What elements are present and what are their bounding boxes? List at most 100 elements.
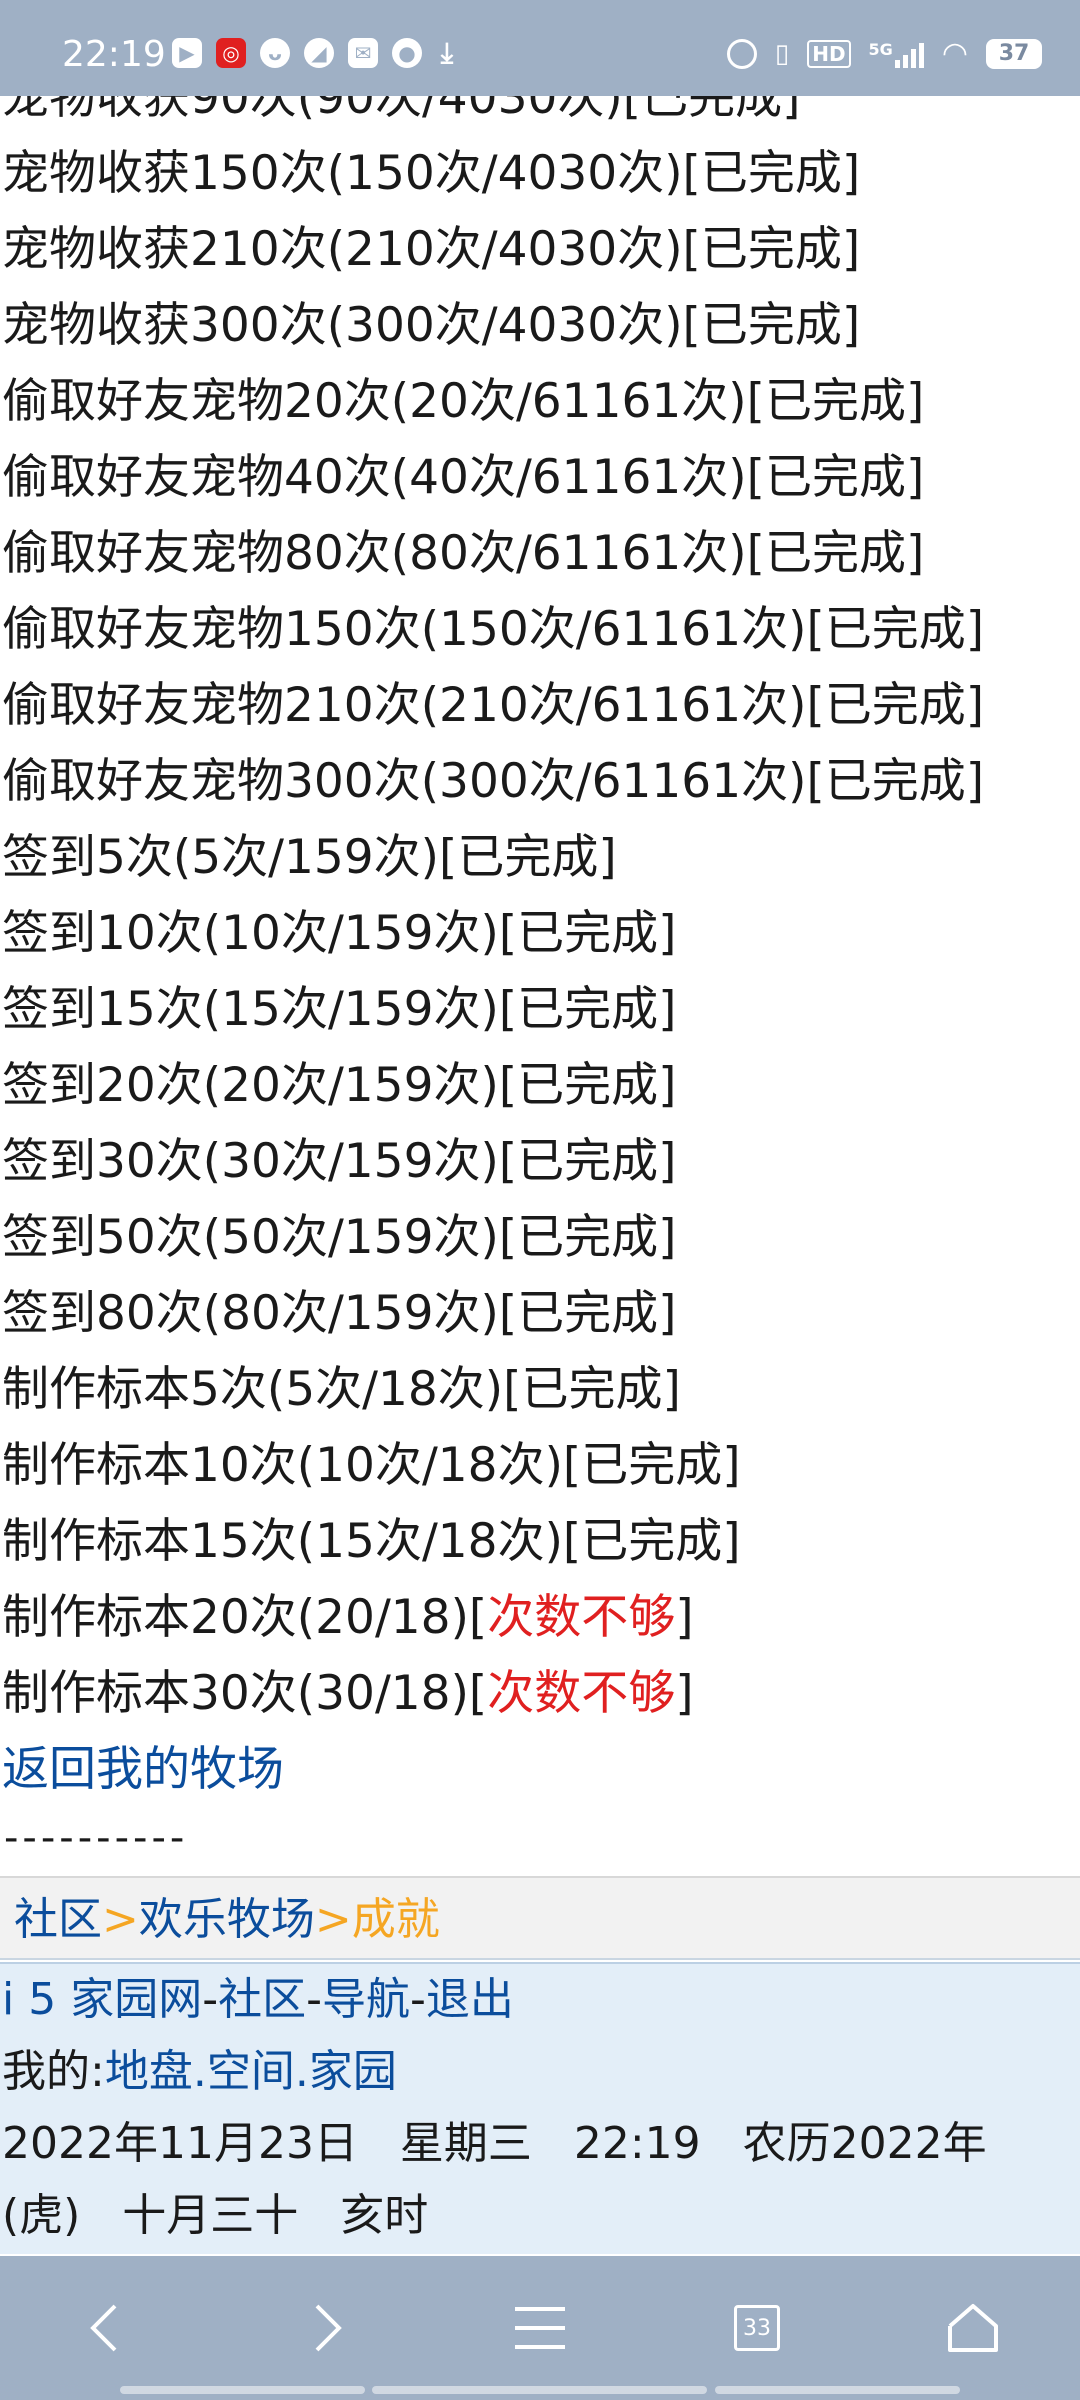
- achievement-label: 签到20次(20次/159次)[: [2, 1058, 518, 1113]
- achievement-list: 宠物收获90次(90次/4030次)[已完成] 宠物收获150次(150次/403…: [0, 60, 1080, 1884]
- divider: ----------: [4, 1815, 189, 1861]
- achievement-bracket: ]: [675, 1590, 694, 1645]
- battery-icon: 37: [986, 38, 1042, 69]
- achievement-status: 已完成: [457, 830, 599, 885]
- play-store-icon: ▶: [172, 38, 202, 68]
- achievement-label: 偷取好友宠物40次(40次/61161次)[: [2, 450, 765, 505]
- achievement-row: 签到10次(10次/159次)[已完成]: [0, 896, 1080, 972]
- back-to-ranch-link[interactable]: 返回我的牧场: [0, 1732, 1080, 1808]
- compass-icon: ◢: [304, 38, 334, 68]
- footer-dot: .: [294, 2046, 309, 2097]
- achievement-label: 偷取好友宠物210次(210次/61161次)[: [2, 678, 825, 733]
- community-link[interactable]: 社区: [218, 1974, 306, 2025]
- achievement-status: 次数不够: [487, 1590, 676, 1645]
- achievement-status: 已完成: [700, 298, 842, 353]
- achievement-status: 已完成: [517, 906, 659, 961]
- achievement-bracket: ]: [905, 526, 925, 581]
- achievement-status: 已完成: [824, 602, 966, 657]
- my-label: 我的:: [2, 2046, 105, 2097]
- achievement-label: 制作标本10次(10次/18次)[: [2, 1438, 582, 1493]
- menu-button[interactable]: [505, 2296, 575, 2360]
- achievement-label: 偷取好友宠物150次(150次/61161次)[: [2, 602, 825, 657]
- chevron-left-icon: [90, 2304, 117, 2352]
- battery-level: 37: [998, 41, 1030, 66]
- home-button[interactable]: [938, 2296, 1008, 2360]
- site-home-link[interactable]: i 5 家园网: [2, 1974, 202, 2025]
- achievement-row: 制作标本5次(5次/18次)[已完成]: [0, 1352, 1080, 1428]
- menu-icon: [515, 2307, 565, 2349]
- achievement-label: 签到10次(10次/159次)[: [2, 906, 518, 961]
- achievement-label: 偷取好友宠物300次(300次/61161次)[: [2, 754, 825, 809]
- achievement-bracket: ]: [675, 1666, 694, 1721]
- tabs-button[interactable]: 33: [722, 2296, 792, 2360]
- achievement-label: 偷取好友宠物20次(20次/61161次)[: [2, 374, 765, 429]
- footer-my-links: 我的:地盘.空间.家园: [0, 2036, 1080, 2108]
- forward-button[interactable]: [292, 2296, 362, 2360]
- footer-nav: i 5 家园网-社区-导航-退出: [0, 1964, 1080, 2036]
- navigation-link[interactable]: 导航: [322, 1974, 410, 2025]
- achievement-row: 偷取好友宠物210次(210次/61161次)[已完成]: [0, 668, 1080, 744]
- achievement-label: 偷取好友宠物80次(80次/61161次)[: [2, 526, 765, 581]
- achievement-status: 已完成: [517, 1134, 659, 1189]
- achievement-label: 签到5次(5次/159次)[: [2, 830, 458, 885]
- achievement-status: 已完成: [517, 982, 659, 1037]
- homestead-link[interactable]: 家园: [309, 2046, 397, 2097]
- achievement-bracket: ]: [905, 450, 925, 505]
- breadcrumb-community[interactable]: 社区: [14, 1894, 102, 1945]
- signal-icon: 5G: [869, 40, 924, 68]
- achievement-status: 已完成: [700, 146, 842, 201]
- achievement-label: 制作标本15次(15次/18次)[: [2, 1514, 582, 1569]
- achievement-row: 偷取好友宠物20次(20次/61161次)[已完成]: [0, 364, 1080, 440]
- achievement-row: 签到20次(20次/159次)[已完成]: [0, 1048, 1080, 1124]
- achievement-row: 制作标本15次(15次/18次)[已完成]: [0, 1504, 1080, 1580]
- space-link[interactable]: 空间: [207, 2046, 295, 2097]
- download-icon: ⤓: [440, 36, 454, 69]
- achievement-row: 偷取好友宠物300次(300次/61161次)[已完成]: [0, 744, 1080, 820]
- achievement-bracket: ]: [965, 602, 985, 657]
- achievement-bracket: ]: [598, 830, 617, 885]
- achievement-status: 已完成: [700, 222, 842, 277]
- achievement-bracket: ]: [658, 1134, 677, 1189]
- gesture-bar-segment: [715, 2386, 960, 2394]
- achievement-row: 制作标本10次(10次/18次)[已完成]: [0, 1428, 1080, 1504]
- achievement-row: 宠物收获300次(300次/4030次)[已完成]: [0, 288, 1080, 364]
- breadcrumb-happy-ranch[interactable]: 欢乐牧场: [139, 1894, 315, 1945]
- achievement-bracket: ]: [841, 222, 861, 277]
- tabs-count: 33: [734, 2305, 780, 2351]
- message-icon: ✉: [348, 38, 378, 68]
- achievement-bracket: ]: [965, 678, 985, 733]
- breadcrumb-separator: >: [102, 1894, 139, 1945]
- achievement-label: 签到15次(15次/159次)[: [2, 982, 518, 1037]
- wifi-icon: ◠: [941, 36, 968, 71]
- achievement-status: 已完成: [517, 1210, 659, 1265]
- achievement-row: 偷取好友宠物40次(40次/61161次)[已完成]: [0, 440, 1080, 516]
- achievement-label: 制作标本5次(5次/18次)[: [2, 1362, 522, 1417]
- footer-dot: .: [192, 2046, 207, 2097]
- vibrate-icon: ▯: [774, 38, 790, 69]
- achievement-row: 签到30次(30次/159次)[已完成]: [0, 1124, 1080, 1200]
- achievement-status: 已完成: [764, 450, 906, 505]
- territory-link[interactable]: 地盘: [105, 2046, 193, 2097]
- achievement-label: 宠物收获210次(210次/4030次)[: [2, 222, 701, 277]
- achievement-row: 宠物收获210次(210次/4030次)[已完成]: [0, 212, 1080, 288]
- chevron-right-icon: [315, 2304, 342, 2352]
- achievement-label: 签到30次(30次/159次)[: [2, 1134, 518, 1189]
- logout-link[interactable]: 退出: [426, 1974, 514, 2025]
- footer-dash: -: [306, 1974, 322, 2025]
- home-icon: [948, 2304, 998, 2352]
- achievement-label: 宠物收获300次(300次/4030次)[: [2, 298, 701, 353]
- achievement-status: 已完成: [581, 1438, 723, 1493]
- footer-date-line2: (虎) 十月三十 亥时: [2, 2190, 429, 2241]
- achievement-bracket: ]: [841, 298, 861, 353]
- achievement-row: 偷取好友宠物80次(80次/61161次)[已完成]: [0, 516, 1080, 592]
- alarm-icon: [726, 38, 757, 69]
- achievement-status: 次数不够: [487, 1666, 676, 1721]
- back-button[interactable]: [70, 2296, 140, 2360]
- site-footer: i 5 家园网-社区-导航-退出 我的:地盘.空间.家园 2022年11月23日…: [0, 1962, 1080, 2254]
- system-icons: ▯ HD 5G ◠ 37: [726, 36, 1042, 71]
- achievement-bracket: ]: [841, 146, 861, 201]
- achievement-row: 签到15次(15次/159次)[已完成]: [0, 972, 1080, 1048]
- footer-date-line1: 2022年11月23日 星期三 22:19 农历2022年: [2, 2118, 987, 2169]
- gesture-bar-segment: [372, 2386, 707, 2394]
- achievement-status: 已完成: [764, 374, 906, 429]
